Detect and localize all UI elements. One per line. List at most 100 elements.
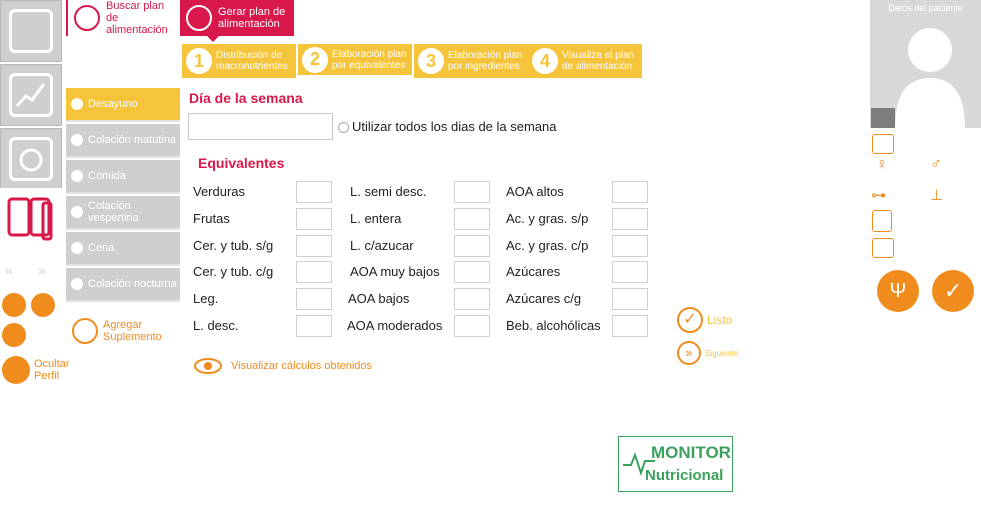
equivalent-label: Cer. y tub. c/g (193, 264, 274, 279)
meal-afternoon-snack[interactable]: Colación vespertina (66, 196, 180, 230)
done-label: Listo (707, 313, 733, 327)
chair-icon[interactable]: ⊥ (930, 186, 943, 204)
meal-icon (71, 242, 83, 254)
equivalent-label: Cer. y tub. s/g (193, 238, 274, 253)
equivalent-label: AOA muy bajos (350, 264, 440, 279)
person-chair-icon[interactable]: ♂ (930, 156, 942, 174)
person-icon[interactable]: ♀ (876, 156, 888, 174)
ruler-icon[interactable] (872, 210, 892, 232)
add-supplement-button[interactable]: Agregar Suplemento (72, 318, 165, 344)
step-4[interactable]: 4 Visualiza el plan de alimentación (528, 44, 642, 78)
step-4-number: 4 (532, 48, 558, 74)
equivalent-input[interactable] (454, 315, 490, 337)
equivalent-input[interactable] (454, 261, 490, 283)
equivalent-input[interactable] (296, 261, 332, 283)
tab-generate-plan[interactable]: Gerar plan de alimentación (180, 0, 294, 36)
meal-morning-snack[interactable]: Colación matutina (66, 124, 180, 158)
visualize-calculations-link[interactable]: Visualizar cálculos obtenidos (193, 357, 372, 375)
hide-profile-button[interactable]: Ocultar Perfil (2, 356, 69, 384)
next-button[interactable]: » Siguiente (677, 341, 738, 365)
equivalent-input[interactable] (612, 235, 648, 257)
step-3[interactable]: 3 Elaboración plan por ingredientes (414, 44, 528, 78)
nutrition-goblet-button[interactable]: Ψ (877, 270, 919, 312)
equivalent-input[interactable] (612, 288, 648, 310)
day-of-week-title: Día de la semana (189, 90, 303, 106)
meal-dinner[interactable]: Cena (66, 232, 180, 266)
meal-label: Desayuno (88, 98, 138, 110)
next-label: Siguiente (705, 348, 739, 358)
generate-plan-icon (186, 5, 212, 31)
equivalent-input[interactable] (454, 181, 490, 203)
equivalent-label: Ac. y gras. c/p (506, 238, 589, 253)
equivalent-input[interactable] (454, 288, 490, 310)
equivalent-input[interactable] (296, 181, 332, 203)
meal-icon (71, 170, 83, 182)
equivalent-label: Beb. alcohólicas (506, 318, 601, 333)
equivalent-label: Frutas (193, 211, 230, 226)
save-icon[interactable] (2, 293, 26, 317)
equivalent-input[interactable] (612, 208, 648, 230)
equivalent-label: Azúcares (506, 264, 561, 279)
next-arrows-icon[interactable]: » (38, 262, 46, 278)
equivalent-input[interactable] (296, 208, 332, 230)
meal-breakfast[interactable]: Desayuno (66, 88, 180, 122)
camera-icon[interactable] (871, 108, 895, 128)
done-button[interactable]: ✓ Listo (677, 307, 732, 333)
meal-label: Colación nocturna (88, 278, 177, 290)
step-2-number: 2 (302, 46, 328, 73)
step-3-label: Elaboración plan por ingredientes (448, 50, 523, 72)
meal-night-snack[interactable]: Colación nocturna (66, 268, 180, 302)
equivalent-label: L. desc. (193, 318, 239, 333)
meal-label: Colación matutina (88, 134, 177, 146)
equivalent-input[interactable] (454, 208, 490, 230)
goblet-icon: Ψ (889, 279, 907, 302)
nav-nutrition[interactable] (0, 128, 62, 190)
step-2[interactable]: 2 Elaboración plan por equivalentes (298, 44, 412, 78)
eye-icon (194, 358, 222, 374)
monitor-nutricional-logo: MONITOR Nutricional (618, 436, 733, 492)
id-card-icon[interactable] (872, 134, 894, 154)
tab-generate-plan-label: Gerar plan de alimentación (218, 6, 286, 30)
logo-line1: MONITOR (651, 443, 731, 462)
patient-title: Datos del paciente (888, 3, 963, 13)
equivalent-label: Ac. y gras. s/p (506, 211, 589, 226)
equivalent-input[interactable] (612, 261, 648, 283)
equivalent-input[interactable] (296, 288, 332, 310)
equivalent-input[interactable] (296, 235, 332, 257)
print-icon[interactable] (31, 293, 55, 317)
step-1[interactable]: 1 Distribución de macronutrientes (182, 44, 296, 78)
equivalent-input[interactable] (612, 315, 648, 337)
dumbbell-icon[interactable]: ⊶ (871, 186, 886, 204)
equivalent-input[interactable] (454, 235, 490, 257)
nav-progress[interactable] (0, 64, 62, 126)
nav-clipboard[interactable] (0, 0, 62, 62)
use-all-days-label: Utilizar todos los dias de la semana (352, 119, 557, 134)
meal-icon (71, 278, 83, 290)
apple-clipboard-icon (9, 137, 53, 181)
meal-lunch[interactable]: Comida (66, 160, 180, 194)
step-2-label: Elaboración plan por equivalentes (332, 48, 407, 71)
avatar (895, 28, 965, 128)
equivalent-label: AOA bajos (348, 291, 410, 306)
day-of-week-input[interactable] (188, 113, 333, 140)
equivalent-label: Verduras (193, 184, 246, 199)
meal-icon (71, 98, 83, 110)
equivalent-input[interactable] (612, 181, 648, 203)
help-icon[interactable] (2, 323, 26, 347)
prev-arrows-icon[interactable]: « (5, 262, 13, 278)
scale-icon[interactable] (872, 238, 894, 258)
clipboard-icon (9, 9, 53, 53)
equivalent-label: L. semi desc. (350, 184, 427, 199)
tab-search-plan[interactable]: Buscar plan de alimentación (66, 0, 178, 36)
confirm-button[interactable]: ✓ (932, 270, 974, 312)
meal-label: Comida (88, 170, 126, 182)
use-all-days-radio[interactable] (338, 122, 349, 133)
step-1-label: Distribución de macronutrientes (216, 50, 288, 72)
step-4-label: Visualiza el plan de alimentación (562, 50, 635, 72)
equivalent-input[interactable] (296, 315, 332, 337)
equivalent-label: AOA moderados (347, 318, 443, 333)
hide-profile-icon (2, 356, 30, 384)
nav-meal-plan[interactable] (0, 188, 62, 250)
equivalent-label: Leg. (193, 291, 219, 306)
double-chevron-right-icon: » (677, 341, 701, 365)
